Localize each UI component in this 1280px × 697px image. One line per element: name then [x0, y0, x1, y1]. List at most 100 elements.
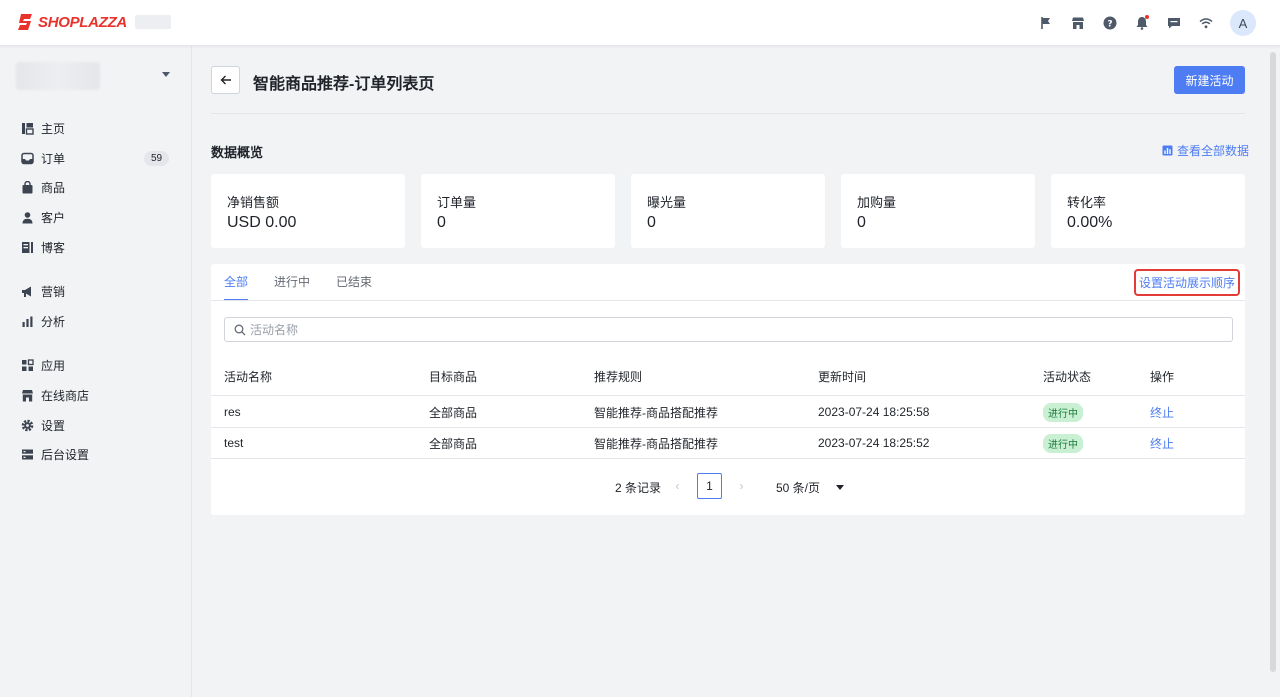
sidebar-item-label: 客户 — [41, 211, 66, 226]
view-all-label: 查看全部数据 — [1177, 144, 1250, 158]
campaign-name: res — [224, 405, 241, 419]
page-title: 智能商品推荐-订单列表页 — [253, 76, 435, 93]
store-switcher[interactable] — [16, 62, 176, 90]
blog-icon — [21, 241, 34, 254]
stat-card-impressions: 曝光量 0 — [631, 174, 825, 248]
shoplazza-logo[interactable]: SHOPLAZZA — [18, 13, 171, 31]
tab-bar: 全部 进行中 已结束 — [224, 264, 398, 301]
chart-icon — [1162, 145, 1173, 156]
megaphone-icon — [21, 285, 34, 298]
sidebar-item-label: 应用 — [41, 359, 66, 374]
table-header: 活动名称 目标商品 推荐规则 更新时间 活动状态 操作 — [211, 358, 1245, 396]
total-records: 2 条记录 — [615, 481, 662, 495]
terminate-label[interactable]: 终止 — [1150, 404, 1174, 421]
gear-icon — [21, 419, 34, 432]
terminate-label[interactable]: 终止 — [1150, 435, 1174, 452]
chevron-down-icon — [162, 72, 170, 77]
sidebar-item-admin-settings[interactable]: 后台设置 — [0, 440, 192, 470]
sidebar-item-products[interactable]: 商品 — [0, 173, 192, 203]
sidebar-item-blog[interactable]: 博客 — [0, 232, 192, 262]
stat-label: 加购量 — [857, 195, 897, 210]
avatar[interactable]: A — [1230, 10, 1256, 36]
search-icon — [234, 324, 246, 335]
recommendation-rule: 智能推荐-商品搭配推荐 — [594, 436, 718, 451]
sidebar-item-label: 分析 — [41, 314, 66, 329]
sidebar-item-analytics[interactable]: 分析 — [0, 307, 192, 337]
sidebar-item-label: 后台设置 — [41, 448, 90, 463]
sidebar-nav: 主页 订单 59 商品 客户 博客 营销 分析 应用 在线商店 设置 后台设置 — [0, 114, 192, 470]
pagination: 2 条记录 ‹ 1 › 50 条/页 — [211, 473, 1245, 499]
page-1-button[interactable]: 1 — [697, 473, 722, 499]
divider — [211, 113, 1245, 114]
prev-page-button[interactable]: ‹ — [665, 473, 690, 499]
overview-title: 数据概览 — [211, 145, 264, 160]
stat-value: 0 — [647, 214, 656, 231]
flag-icon[interactable] — [1030, 7, 1062, 39]
storefront-icon[interactable] — [1062, 7, 1094, 39]
notification-dot — [1145, 15, 1149, 19]
sidebar-item-orders[interactable]: 订单 59 — [0, 144, 192, 174]
logo-mark-icon — [18, 14, 32, 30]
stat-label: 曝光量 — [647, 195, 687, 210]
sidebar-item-label: 营销 — [41, 285, 66, 300]
message-icon[interactable] — [1158, 7, 1190, 39]
new-campaign-button[interactable]: 新建活动 — [1174, 66, 1245, 94]
top-bar: SHOPLAZZA ? A — [0, 0, 1280, 46]
updated-time: 2023-07-24 18:25:58 — [818, 405, 930, 419]
page-size-select[interactable]: 50 条/页 — [776, 479, 845, 496]
status-cell: 进行中 — [1043, 397, 1083, 427]
next-page-button[interactable]: › — [729, 473, 754, 499]
sidebar: 主页 订单 59 商品 客户 博客 营销 分析 应用 在线商店 设置 后台设置 — [0, 46, 192, 697]
campaign-panel: 全部 进行中 已结束 设置活动展示顺序 活动名称 目标商品 推荐规则 更新时间 … — [211, 264, 1245, 515]
view-all-data-link[interactable]: 查看全部数据 — [1162, 142, 1249, 159]
apps-icon — [21, 359, 34, 372]
stat-value: 0 — [437, 214, 446, 231]
stat-label: 订单量 — [437, 195, 477, 210]
campaign-name: test — [224, 436, 244, 450]
column-header: 推荐规则 — [594, 370, 643, 384]
wifi-icon[interactable] — [1190, 7, 1222, 39]
stat-label: 净销售额 — [227, 195, 280, 210]
column-header: 活动状态 — [1043, 370, 1092, 384]
sidebar-item-label: 博客 — [41, 240, 66, 255]
sidebar-item-label: 设置 — [41, 418, 66, 433]
home-icon — [21, 122, 34, 135]
storefront-icon — [21, 389, 34, 402]
tab-all[interactable]: 全部 — [224, 264, 249, 301]
back-button[interactable] — [211, 66, 240, 94]
terminate-link[interactable]: 终止 — [1150, 428, 1174, 458]
server-icon — [21, 448, 34, 461]
sidebar-item-label: 在线商店 — [41, 389, 90, 404]
tab-ended[interactable]: 已结束 — [336, 264, 372, 301]
sidebar-item-marketing[interactable]: 营销 — [0, 277, 192, 307]
recommendation-rule: 智能推荐-商品搭配推荐 — [594, 405, 718, 420]
sidebar-item-online-store[interactable]: 在线商店 — [0, 381, 192, 411]
stat-value: 0 — [857, 214, 866, 231]
caret-down-icon — [836, 485, 845, 490]
sidebar-item-label: 商品 — [41, 181, 66, 196]
help-icon[interactable]: ? — [1094, 7, 1126, 39]
store-name-redacted — [134, 15, 171, 29]
tab-in-progress[interactable]: 进行中 — [274, 264, 310, 301]
search-input[interactable] — [250, 322, 1150, 337]
stat-card-net-sales: 净销售额 USD 0.00 — [211, 174, 405, 248]
divider — [211, 300, 1245, 301]
sidebar-item-apps[interactable]: 应用 — [0, 351, 192, 381]
sidebar-item-home[interactable]: 主页 — [0, 114, 192, 144]
table-row: test 全部商品 智能推荐-商品搭配推荐 2023-07-24 18:25:5… — [211, 428, 1245, 459]
scrollbar-thumb[interactable] — [1270, 52, 1276, 672]
bell-icon[interactable] — [1126, 7, 1158, 39]
sidebar-item-customers[interactable]: 客户 — [0, 203, 192, 233]
top-icons: ? A — [1030, 0, 1256, 46]
set-display-order-link[interactable]: 设置活动展示顺序 — [1134, 269, 1240, 296]
stat-card-conversion: 转化率 0.00% — [1051, 174, 1245, 248]
status-badge: 进行中 — [1043, 433, 1083, 453]
bar-chart-icon — [21, 315, 34, 328]
terminate-link[interactable]: 终止 — [1150, 397, 1174, 427]
sidebar-item-settings[interactable]: 设置 — [0, 410, 192, 440]
search-box — [224, 317, 1233, 342]
column-header: 更新时间 — [818, 370, 867, 384]
main-content: 智能商品推荐-订单列表页 新建活动 数据概览 查看全部数据 净销售额 USD 0… — [193, 46, 1266, 697]
sidebar-item-label: 订单 — [41, 151, 66, 166]
orders-count-badge: 59 — [144, 150, 170, 166]
